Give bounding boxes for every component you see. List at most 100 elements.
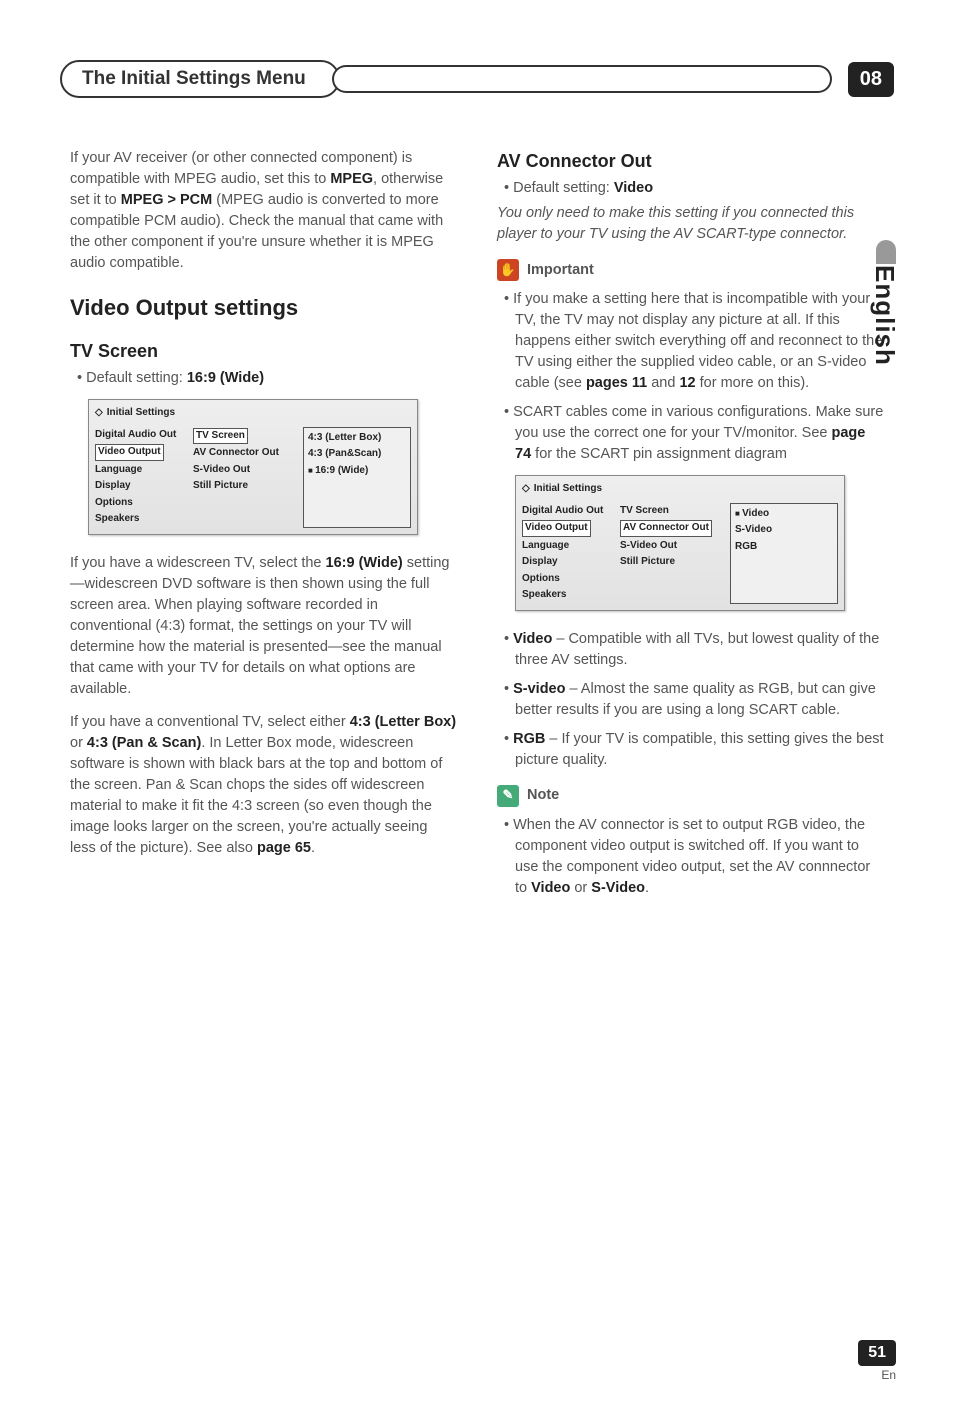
osd-item: Options	[95, 495, 185, 512]
note-label: Note	[527, 785, 559, 806]
list-item: SCART cables come in various configurati…	[515, 402, 884, 465]
osd-col2: TV Screen AV Connector Out S-Video Out S…	[616, 503, 726, 604]
osd-option: 4:3 (Pan&Scan)	[308, 446, 406, 463]
important-list: If you make a setting here that is incom…	[497, 289, 884, 465]
header-divider	[348, 65, 832, 93]
text: You only need to make this setting if yo…	[497, 205, 854, 242]
osd-item: Display	[95, 478, 185, 495]
default-value: Video	[614, 180, 653, 196]
list-item: Video – Compatible with all TVs, but low…	[515, 629, 884, 671]
default-value: 16:9 (Wide)	[187, 370, 264, 386]
list-item: When the AV connector is set to output R…	[515, 815, 884, 899]
osd-item: Speakers	[522, 587, 612, 604]
osd-item: S-Video Out	[193, 462, 299, 479]
osd-option-marked: ■ 16:9 (Wide)	[308, 463, 406, 480]
list-item: S-video – Almost the same quality as RGB…	[515, 679, 884, 721]
text: If you have a widescreen TV, select the	[70, 555, 326, 571]
osd-col1: Digital Audio Out Video Output Language …	[522, 503, 612, 604]
osd-col3: ■ Video S-Video RGB	[730, 503, 838, 604]
important-label: Important	[527, 260, 594, 281]
keyword: 16:9 (Wide)	[326, 555, 403, 571]
section-video-output: Video Output settings	[70, 292, 457, 324]
osd-item: Language	[522, 538, 612, 555]
note-icon: ✎	[497, 785, 519, 807]
keyword: S-Video	[591, 880, 645, 896]
text: for the SCART pin assignment diagram	[531, 446, 787, 462]
chapter-badge: 08	[848, 62, 894, 97]
osd-option: 4:3 (Letter Box)	[308, 430, 406, 447]
keyword-mpeg: MPEG	[330, 171, 373, 187]
text: for more on this).	[696, 375, 810, 391]
text: . In Letter Box mode, widescreen softwar…	[70, 735, 442, 856]
default-setting-line: Default setting: 16:9 (Wide)	[70, 368, 457, 389]
option-name: RGB	[513, 731, 545, 747]
page-header: The Initial Settings Menu 08	[0, 60, 954, 98]
header-title: The Initial Settings Menu	[60, 60, 340, 98]
osd-col1: Digital Audio Out Video Output Language …	[95, 427, 185, 528]
text: – Almost the same quality as RGB, but ca…	[515, 681, 876, 718]
list-item: RGB – If your TV is compatible, this set…	[515, 729, 884, 771]
osd-item: Language	[95, 462, 185, 479]
page-lang: En	[858, 1368, 896, 1382]
osd-screenshot-av-connector: ◇ Initial Settings Digital Audio Out Vid…	[515, 475, 845, 611]
osd-item: Still Picture	[193, 478, 299, 495]
osd-item-selected: Video Output	[522, 520, 591, 537]
osd-screenshot-tv-screen: ◇ Initial Settings Digital Audio Out Vid…	[88, 399, 418, 535]
italic-note: You only need to make this setting if yo…	[497, 203, 884, 245]
osd-item-selected: TV Screen	[193, 428, 248, 445]
intro-paragraph: If your AV receiver (or other connected …	[70, 148, 457, 274]
osd-item: S-Video Out	[620, 538, 726, 555]
osd-item: Display	[522, 554, 612, 571]
default-setting-line: Default setting: Video	[497, 178, 884, 199]
text: and	[647, 375, 679, 391]
osd-col3: 4:3 (Letter Box) 4:3 (Pan&Scan) ■ 16:9 (…	[303, 427, 411, 528]
keyword: 4:3 (Pan & Scan)	[87, 735, 201, 751]
osd-title-text: Initial Settings	[107, 406, 175, 421]
text: or	[570, 880, 591, 896]
osd-item: Digital Audio Out	[95, 427, 185, 444]
osd-item: Digital Audio Out	[522, 503, 612, 520]
page-ref: page 65	[257, 840, 311, 856]
osd-title: ◇ Initial Settings	[522, 482, 838, 497]
disc-icon: ◇	[95, 406, 103, 421]
text: SCART cables come in various configurati…	[513, 404, 883, 441]
text: .	[645, 880, 649, 896]
note-list: When the AV connector is set to output R…	[497, 815, 884, 899]
important-callout: ✋ Important	[497, 259, 884, 281]
right-column: AV Connector Out Default setting: Video …	[497, 148, 884, 907]
osd-item: Still Picture	[620, 554, 726, 571]
page-number-badge: 51	[858, 1340, 896, 1366]
osd-item-selected: AV Connector Out	[620, 520, 712, 537]
osd-option-marked: ■ Video	[735, 506, 833, 523]
text: .	[311, 840, 315, 856]
osd-item: Options	[522, 571, 612, 588]
osd-col2: TV Screen AV Connector Out S-Video Out S…	[189, 427, 299, 528]
keyword: Video	[531, 880, 570, 896]
list-item: If you make a setting here that is incom…	[515, 289, 884, 394]
page-footer: 51 En	[858, 1340, 896, 1382]
osd-title-text: Initial Settings	[534, 482, 602, 497]
paragraph-conventional: If you have a conventional TV, select ei…	[70, 712, 457, 859]
language-side-tab: English	[869, 265, 900, 366]
note-callout: ✎ Note	[497, 785, 884, 807]
page-ref: 12	[679, 375, 695, 391]
keyword: 4:3 (Letter Box)	[350, 714, 456, 730]
osd-item-selected: Video Output	[95, 444, 164, 461]
important-icon: ✋	[497, 259, 519, 281]
text: Default setting:	[86, 370, 187, 386]
keyword-mpeg-pcm: MPEG > PCM	[121, 192, 212, 208]
osd-option: S-Video	[735, 522, 833, 539]
left-column: If your AV receiver (or other connected …	[70, 148, 457, 907]
text: If you have a conventional TV, select ei…	[70, 714, 350, 730]
osd-item: AV Connector Out	[193, 445, 299, 462]
page-ref: pages 11	[586, 375, 647, 391]
text: setting—widescreen DVD software is then …	[70, 555, 449, 697]
side-tab-accent	[876, 240, 896, 264]
osd-item: TV Screen	[620, 503, 726, 520]
disc-icon: ◇	[522, 482, 530, 497]
options-list: Video – Compatible with all TVs, but low…	[497, 629, 884, 771]
text: – Compatible with all TVs, but lowest qu…	[515, 631, 879, 668]
text: Default setting:	[513, 180, 614, 196]
osd-item: Speakers	[95, 511, 185, 528]
osd-title: ◇ Initial Settings	[95, 406, 411, 421]
